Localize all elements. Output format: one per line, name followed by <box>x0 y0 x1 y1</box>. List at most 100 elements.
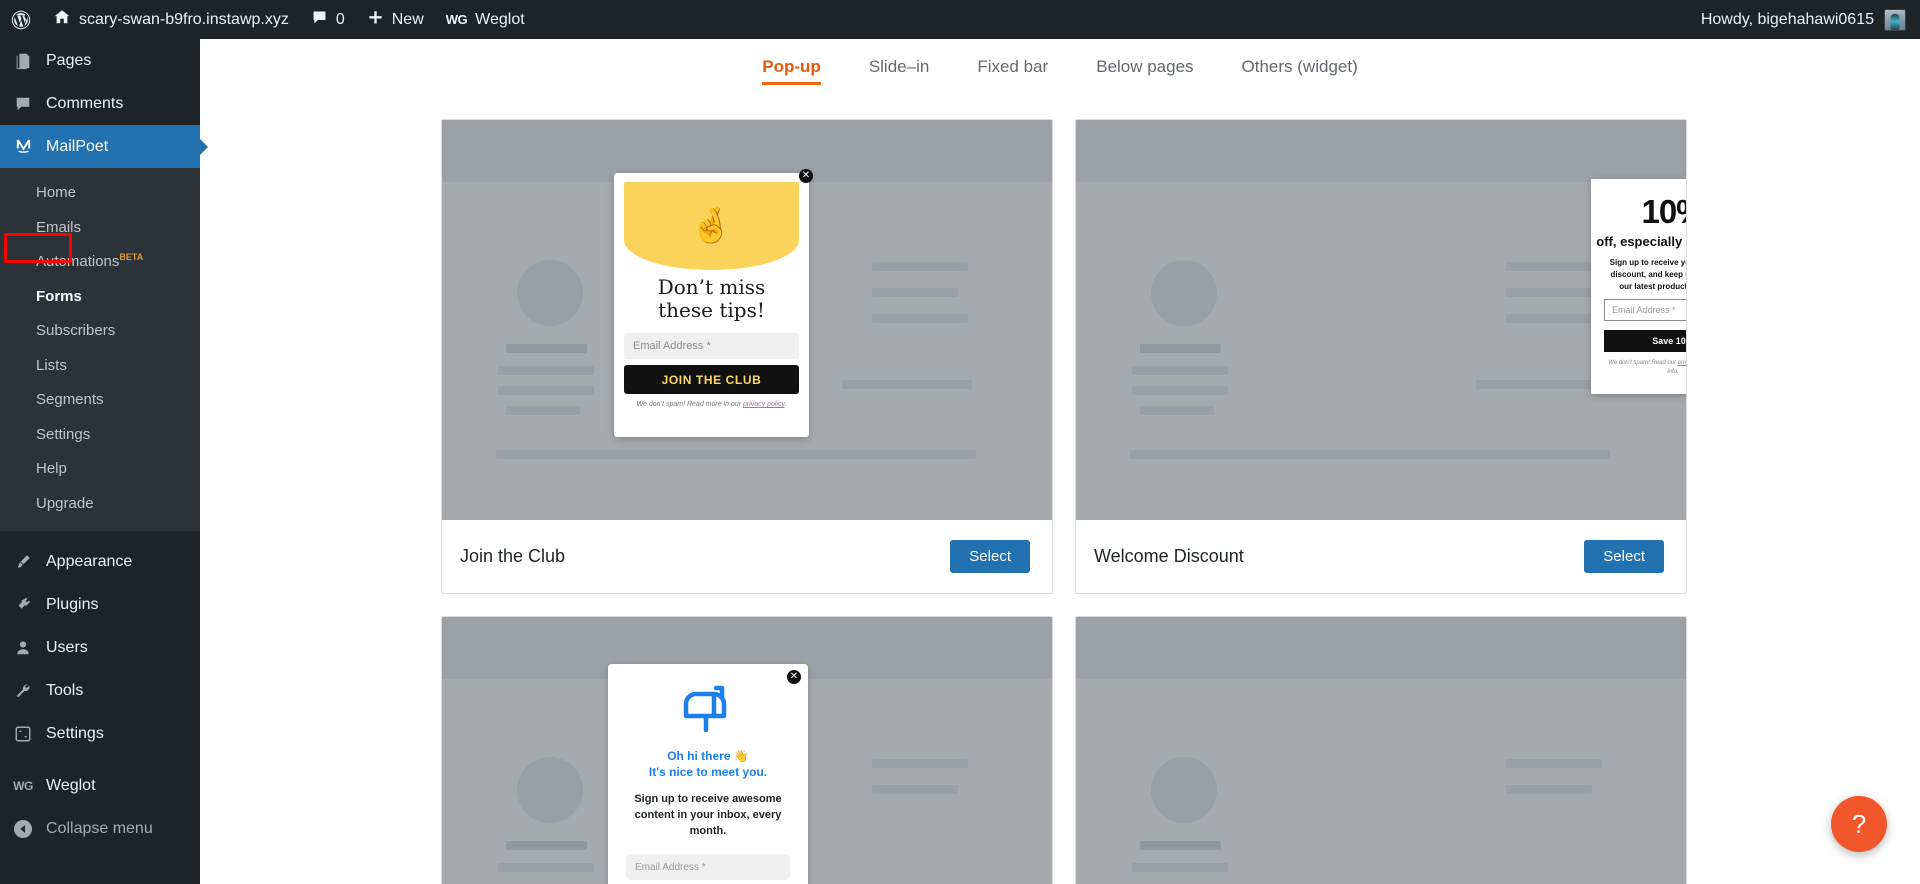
sidebar-item-label: Users <box>46 638 88 656</box>
tab-fixed-bar[interactable]: Fixed bar <box>977 57 1048 85</box>
sidebar-item-pages[interactable]: Pages <box>0 39 200 82</box>
users-icon <box>12 639 34 657</box>
appearance-icon <box>12 553 34 571</box>
comment-bubble-icon <box>311 9 328 31</box>
skeleton-line <box>872 288 958 297</box>
template-preview: ✕ 🤞 Don’t miss these tips! Email Address… <box>442 120 1052 520</box>
skeleton-header <box>1076 617 1686 679</box>
popup-fine-print: We don’t spam! Read more in our privacy … <box>622 401 801 408</box>
tab-slide-in[interactable]: Slide–in <box>869 57 930 85</box>
collapse-menu-button[interactable]: Collapse menu <box>0 807 200 850</box>
comments-icon <box>12 95 34 113</box>
help-button[interactable]: ? <box>1831 796 1887 852</box>
sidebar-item-users[interactable]: Users <box>0 626 200 669</box>
submenu-item-settings[interactable]: Settings <box>0 418 200 453</box>
sidebar-item-weglot[interactable]: WG Weglot <box>0 764 200 807</box>
settings-icon <box>12 725 34 743</box>
sidebar-item-label: Tools <box>46 681 84 699</box>
skeleton-header <box>1076 120 1686 182</box>
comments-button[interactable]: 0 <box>300 0 356 39</box>
submenu-item-upgrade[interactable]: Upgrade <box>0 487 200 522</box>
tab-popup[interactable]: Pop-up <box>762 57 821 85</box>
weglot-icon: WG <box>13 778 33 793</box>
skeleton-line <box>1506 785 1592 794</box>
submenu-item-automations[interactable]: AutomationsBETA <box>0 245 200 280</box>
weglot-adminbar-button[interactable]: WG Weglot <box>435 0 536 39</box>
account-menu[interactable]: Howdy, bigehahawi0615 <box>1701 8 1920 31</box>
popup-submit-label: JOIN THE CLUB <box>661 372 762 387</box>
popup-fine-print: We don’t spam! Read our privacy policy f… <box>1603 359 1686 377</box>
email-input-preview[interactable]: Email Address * <box>1604 299 1686 321</box>
popup-submit-button[interactable]: JOIN THE CLUB <box>624 365 799 394</box>
tab-others-widget[interactable]: Others (widget) <box>1242 57 1358 85</box>
collapse-icon <box>12 819 34 838</box>
sidebar-item-label: Plugins <box>46 595 99 613</box>
submenu-item-segments[interactable]: Segments <box>0 383 200 418</box>
skeleton-line <box>1132 863 1228 872</box>
skeleton-circle <box>517 260 583 326</box>
sidebar-item-tools[interactable]: Tools <box>0 669 200 712</box>
skeleton-line <box>1130 450 1610 459</box>
sidebar-item-label: MailPoet <box>46 137 109 155</box>
fine-print-suffix: . <box>784 401 787 408</box>
template-card[interactable]: ✕ Oh hi there 👋 It's nice to meet you. S… <box>441 616 1053 884</box>
privacy-policy-link[interactable]: privacy policy <box>1678 360 1686 366</box>
sidebar-item-label: Pages <box>46 51 92 69</box>
skeleton-line <box>498 863 594 872</box>
submenu-item-emails[interactable]: Emails <box>0 211 200 246</box>
tab-below-pages[interactable]: Below pages <box>1096 57 1193 85</box>
template-card-footer: Join the Club Select <box>442 520 1052 593</box>
submenu-label: Subscribers <box>36 322 116 339</box>
submenu-item-home[interactable]: Home <box>0 176 200 211</box>
plugins-icon <box>12 596 34 614</box>
skeleton-line <box>1140 344 1221 353</box>
sidebar-separator-2 <box>0 755 200 764</box>
popup-heading-line2: It's nice to meet you. <box>648 765 768 780</box>
sidebar-item-settings[interactable]: Settings <box>0 712 200 755</box>
wordpress-logo-button[interactable] <box>0 0 42 39</box>
popup-submit-label: Save 10% <box>1652 336 1686 346</box>
site-name-button[interactable]: scary-swan-b9fro.instawp.xyz <box>42 0 300 39</box>
sidebar-item-mailpoet[interactable]: MailPoet <box>0 125 200 168</box>
template-title: Welcome Discount <box>1094 546 1244 566</box>
email-input-preview[interactable]: Email Address * <box>626 854 790 880</box>
comments-count: 0 <box>335 10 345 28</box>
skeleton-line <box>1132 386 1228 395</box>
select-button[interactable]: Select <box>1584 540 1664 573</box>
privacy-policy-link[interactable]: privacy policy <box>743 401 785 408</box>
template-title: Join the Club <box>460 546 566 566</box>
popup-heading: Don’t miss these tips! <box>614 276 809 322</box>
main-content: Pop-up Slide–in Fixed bar Below pages Ot… <box>200 39 1920 884</box>
skeleton-line <box>872 759 968 768</box>
sidebar-item-appearance[interactable]: Appearance <box>0 540 200 583</box>
sidebar-item-plugins[interactable]: Plugins <box>0 583 200 626</box>
submenu-item-forms[interactable]: Forms <box>0 280 200 315</box>
email-input-preview[interactable]: Email Address * <box>624 333 799 359</box>
sidebar-item-comments[interactable]: Comments <box>0 82 200 125</box>
email-placeholder: Email Address * <box>635 861 706 873</box>
plus-icon <box>367 9 384 31</box>
popup-heading-line1: Don’t miss <box>657 275 766 299</box>
popup-preview-welcome-discount: ✕ 10% off, especially for you 🎁 Sign up … <box>1591 179 1686 394</box>
sidebar-item-label: Settings <box>46 724 104 742</box>
mailpoet-submenu: Home Emails AutomationsBETA Forms Subscr… <box>0 168 200 531</box>
submenu-label: Upgrade <box>36 494 94 512</box>
submenu-item-subscribers[interactable]: Subscribers <box>0 314 200 349</box>
template-preview: ✕ 10% off, especially for you 🎁 Sign up … <box>1076 120 1686 520</box>
form-type-tabs: Pop-up Slide–in Fixed bar Below pages Ot… <box>200 39 1920 99</box>
popup-submit-button[interactable]: Save 10% <box>1604 330 1686 352</box>
sidebar-top-group: Pages Comments <box>0 39 200 125</box>
skeleton-line <box>1140 406 1214 415</box>
submenu-item-help[interactable]: Help <box>0 452 200 487</box>
select-button[interactable]: Select <box>950 540 1030 573</box>
weglot-label: Weglot <box>475 10 525 28</box>
popup-heading-line1: Oh hi there 👋 <box>667 749 749 763</box>
template-card[interactable]: ✕ Dive in! Join 2 others, and start your… <box>1075 616 1687 884</box>
template-card[interactable]: ✕ 10% off, especially for you 🎁 Sign up … <box>1075 119 1687 594</box>
submenu-item-lists[interactable]: Lists <box>0 349 200 384</box>
new-content-button[interactable]: New <box>356 0 435 39</box>
skeleton-line <box>498 386 594 395</box>
template-card[interactable]: ✕ 🤞 Don’t miss these tips! Email Address… <box>441 119 1053 594</box>
close-icon[interactable]: ✕ <box>799 169 813 183</box>
skeleton-line <box>506 406 580 415</box>
